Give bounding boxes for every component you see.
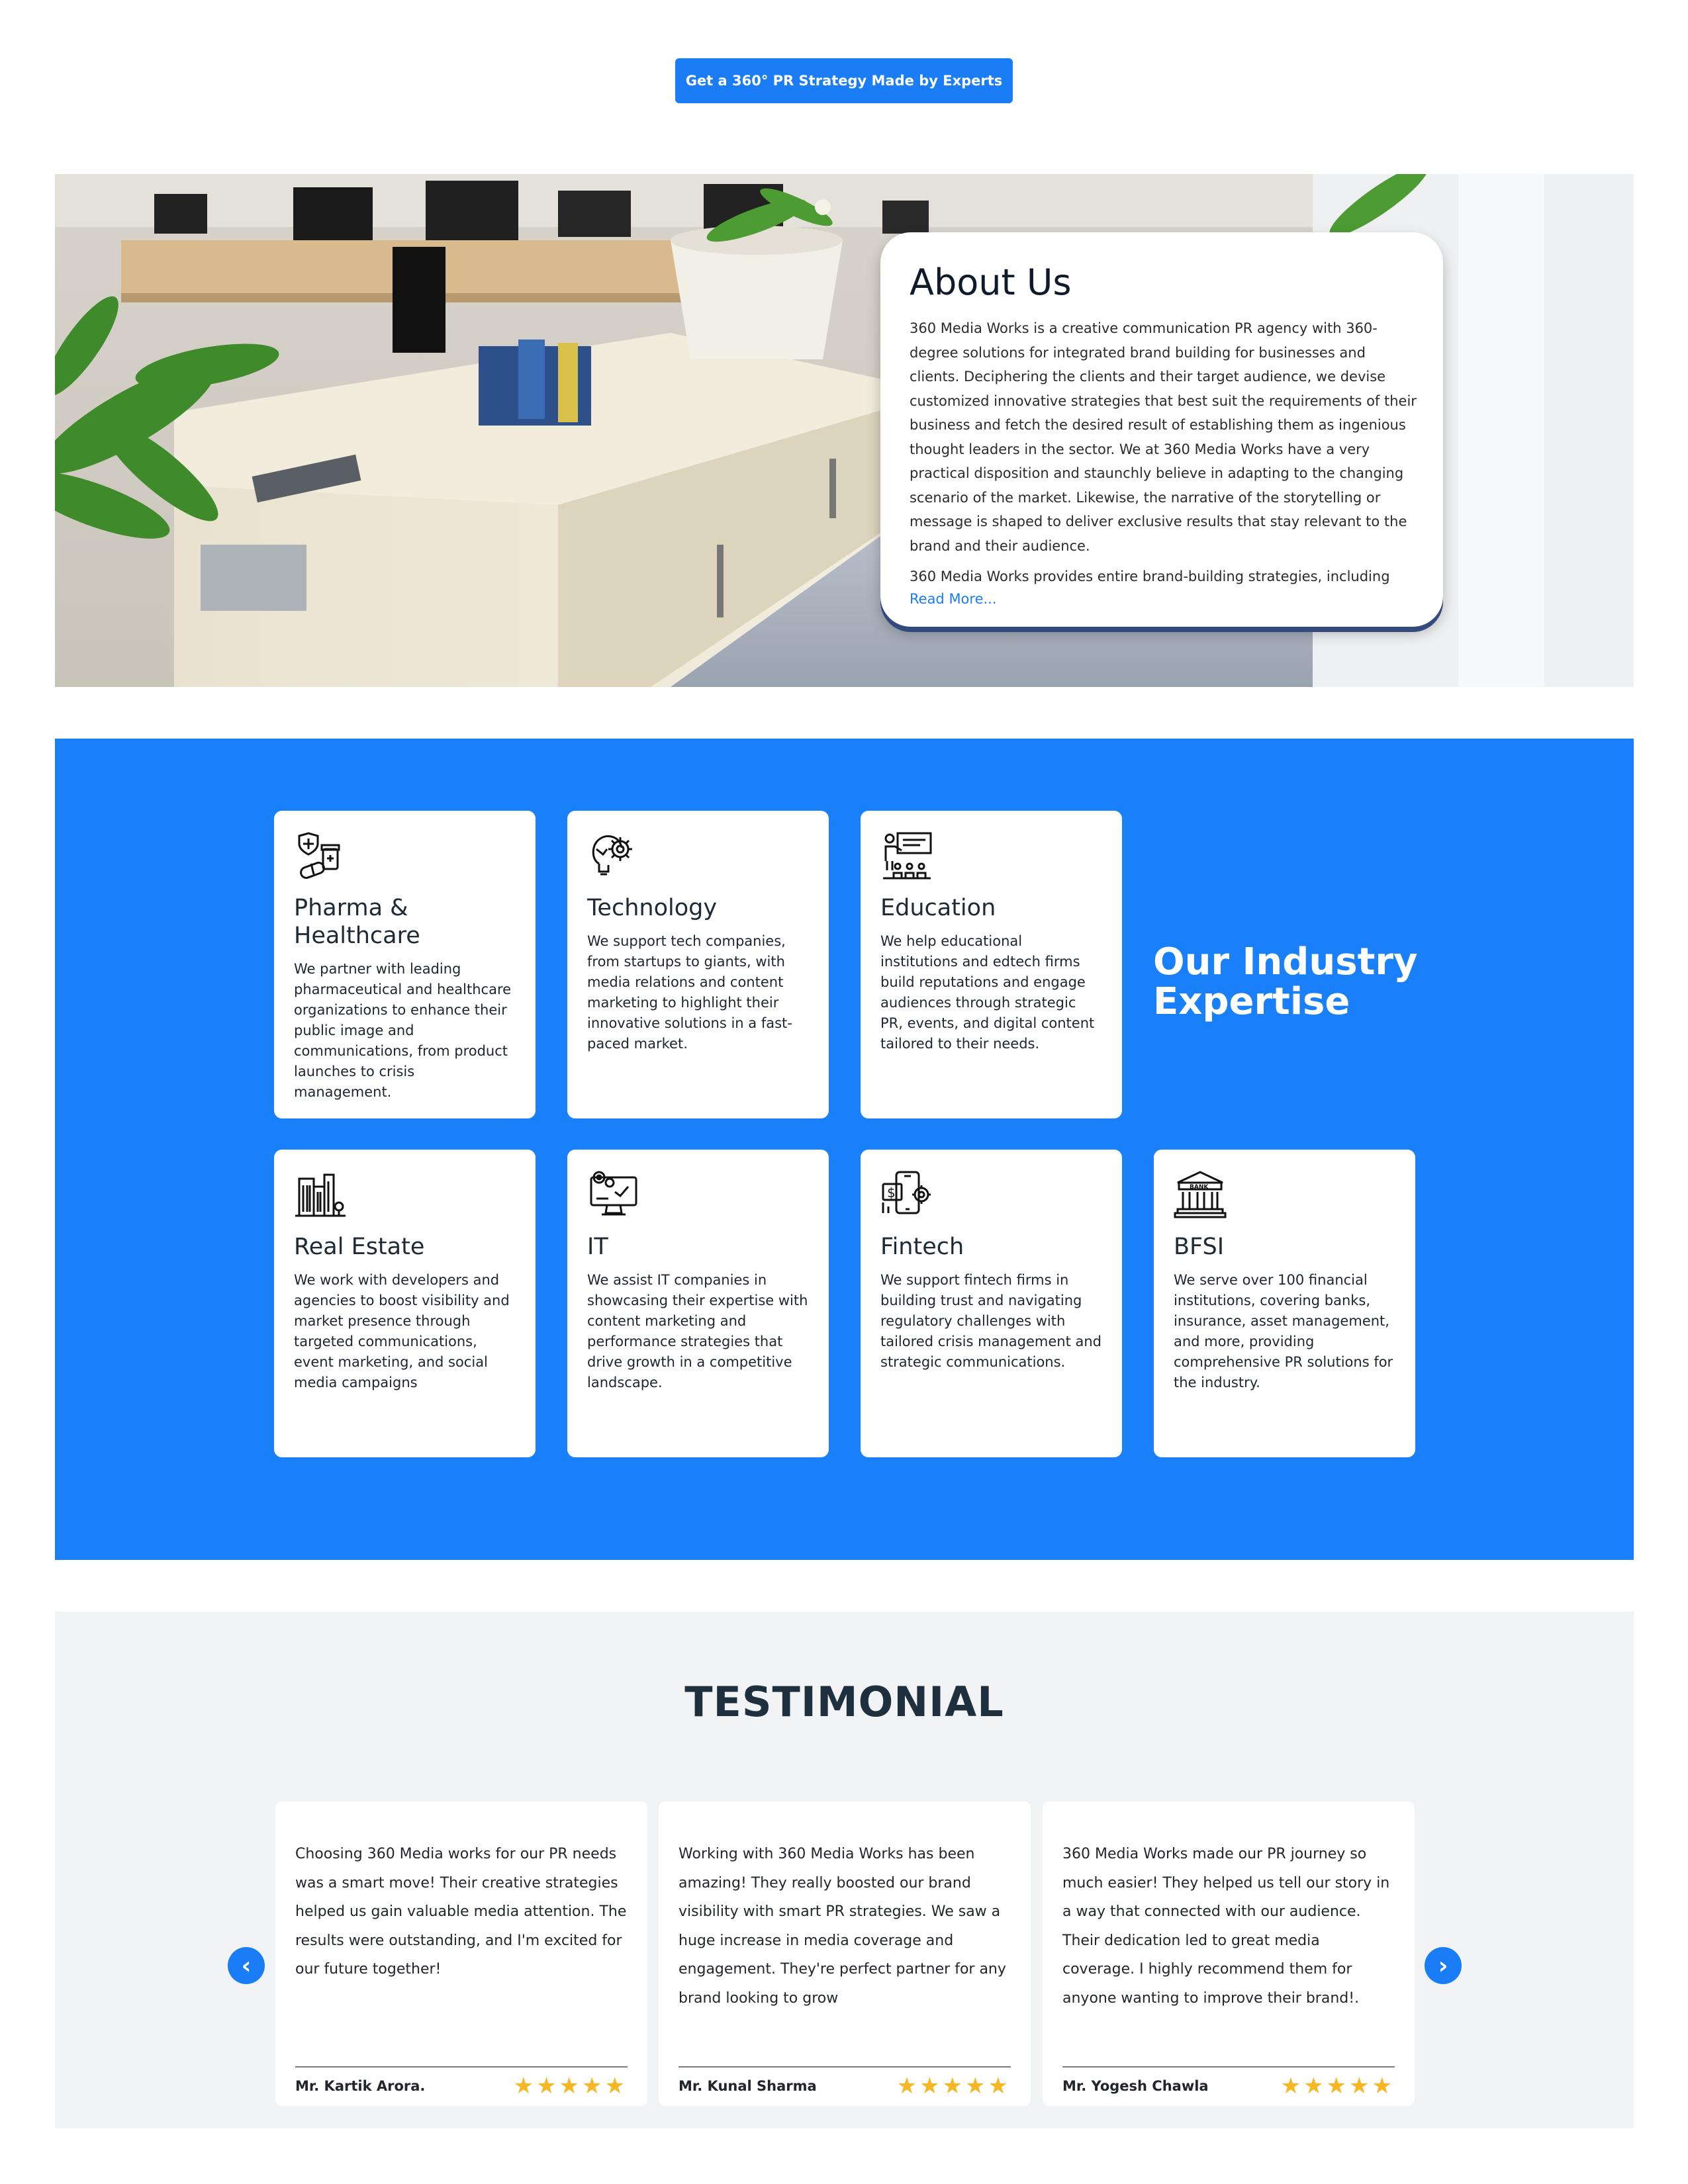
real-estate-icon xyxy=(295,1173,346,1217)
industry-card-it[interactable]: IT We assist IT companies in showcasing … xyxy=(567,1150,829,1457)
testimonial-card: Working with 360 Media Works has been am… xyxy=(659,1801,1031,2106)
industry-desc: We serve over 100 financial institutions… xyxy=(1174,1272,1393,1390)
industry-section: Pharma & Healthcare We partner with lead… xyxy=(55,739,1634,1560)
testimonial-text: 360 Media Works made our PR journey so m… xyxy=(1062,1846,1390,2007)
about-section: About Us 360 Media Works is a creative c… xyxy=(55,174,1634,687)
education-icon xyxy=(883,832,932,880)
industry-title: Real Estate xyxy=(294,1234,425,1260)
industry-card-technology[interactable]: Technology We support tech companies, fr… xyxy=(567,811,829,1118)
testimonial-card: 360 Media Works made our PR journey so m… xyxy=(1043,1801,1415,2106)
star-rating-icon: ★★★★★ xyxy=(896,2073,1011,2099)
carousel-next-button[interactable]: › xyxy=(1425,1947,1462,1984)
star-rating-icon: ★★★★★ xyxy=(513,2073,628,2099)
testimonial-footer: Mr. Kunal Sharma ★★★★★ xyxy=(679,2066,1011,2105)
about-title: About Us xyxy=(910,261,1072,303)
chevron-left-icon: ‹ xyxy=(241,1952,252,1979)
pharma-icon xyxy=(298,832,340,879)
industry-card-education[interactable]: Education We help educational institutio… xyxy=(861,811,1122,1118)
carousel-prev-button[interactable]: ‹ xyxy=(228,1947,265,1984)
industry-card-fintech[interactable]: $ Fintech We support fintech firms in bu… xyxy=(861,1150,1122,1457)
testimonial-text: Choosing 360 Media works for our PR need… xyxy=(295,1846,627,1978)
about-paragraph-2: 360 Media Works provides entire brand-bu… xyxy=(910,569,1390,584)
testimonial-title: TESTIMONIAL xyxy=(684,1678,1004,1726)
industry-title: IT xyxy=(587,1234,608,1260)
industry-card-real-estate[interactable]: Real Estate We work with developers and … xyxy=(274,1150,536,1457)
industry-title: Fintech xyxy=(880,1234,964,1260)
industry-heading: Our Industry Expertise xyxy=(1153,940,1418,1023)
about-paragraph-1: 360 Media Works is a creative communicat… xyxy=(910,320,1417,554)
fintech-icon: $ xyxy=(882,1171,931,1214)
read-more-link[interactable]: Read More... xyxy=(910,591,1418,607)
industry-desc: We help educational institutions and edt… xyxy=(880,933,1095,1052)
pr-strategy-button[interactable]: Get a 360° PR Strategy Made by Experts xyxy=(675,58,1013,103)
industry-card-bfsi[interactable]: BANK BFSI We serve over 100 financial in… xyxy=(1154,1150,1415,1457)
testimonial-author: Mr. Kartik Arora. xyxy=(295,2078,426,2094)
industry-desc: We assist IT companies in showcasing the… xyxy=(587,1272,808,1390)
industry-title: Pharma & Healthcare xyxy=(294,895,420,949)
star-rating-icon: ★★★★★ xyxy=(1280,2073,1395,2099)
industry-desc: We support tech companies, from startups… xyxy=(587,933,792,1052)
testimonial-section: TESTIMONIAL ‹ Choosing 360 Media works f… xyxy=(55,1612,1634,2128)
testimonial-author: Mr. Yogesh Chawla xyxy=(1062,2078,1209,2094)
testimonial-author: Mr. Kunal Sharma xyxy=(679,2078,817,2094)
chevron-right-icon: › xyxy=(1438,1952,1448,1979)
testimonial-footer: Mr. Kartik Arora. ★★★★★ xyxy=(295,2066,628,2105)
svg-text:$: $ xyxy=(887,1185,896,1201)
cta-container: Get a 360° PR Strategy Made by Experts xyxy=(0,58,1688,103)
industry-desc: We partner with leading pharmaceutical a… xyxy=(294,961,512,1100)
about-card: About Us 360 Media Works is a creative c… xyxy=(880,232,1443,627)
testimonial-footer: Mr. Yogesh Chawla ★★★★★ xyxy=(1062,2066,1395,2105)
technology-icon xyxy=(592,835,632,876)
industry-card-pharma[interactable]: Pharma & Healthcare We partner with lead… xyxy=(274,811,536,1118)
industry-desc: We work with developers and agencies to … xyxy=(294,1272,510,1390)
bank-icon: BANK xyxy=(1174,1171,1227,1218)
industry-title: BFSI xyxy=(1174,1234,1225,1260)
industry-desc: We support fintech firms in building tru… xyxy=(880,1272,1102,1370)
testimonial-text: Working with 360 Media Works has been am… xyxy=(679,1846,1006,2007)
industry-title: Education xyxy=(880,895,996,921)
testimonial-card: Choosing 360 Media works for our PR need… xyxy=(275,1801,647,2106)
bank-icon-label: BANK xyxy=(1190,1184,1209,1191)
it-icon xyxy=(590,1171,637,1216)
industry-title: Technology xyxy=(587,895,718,921)
